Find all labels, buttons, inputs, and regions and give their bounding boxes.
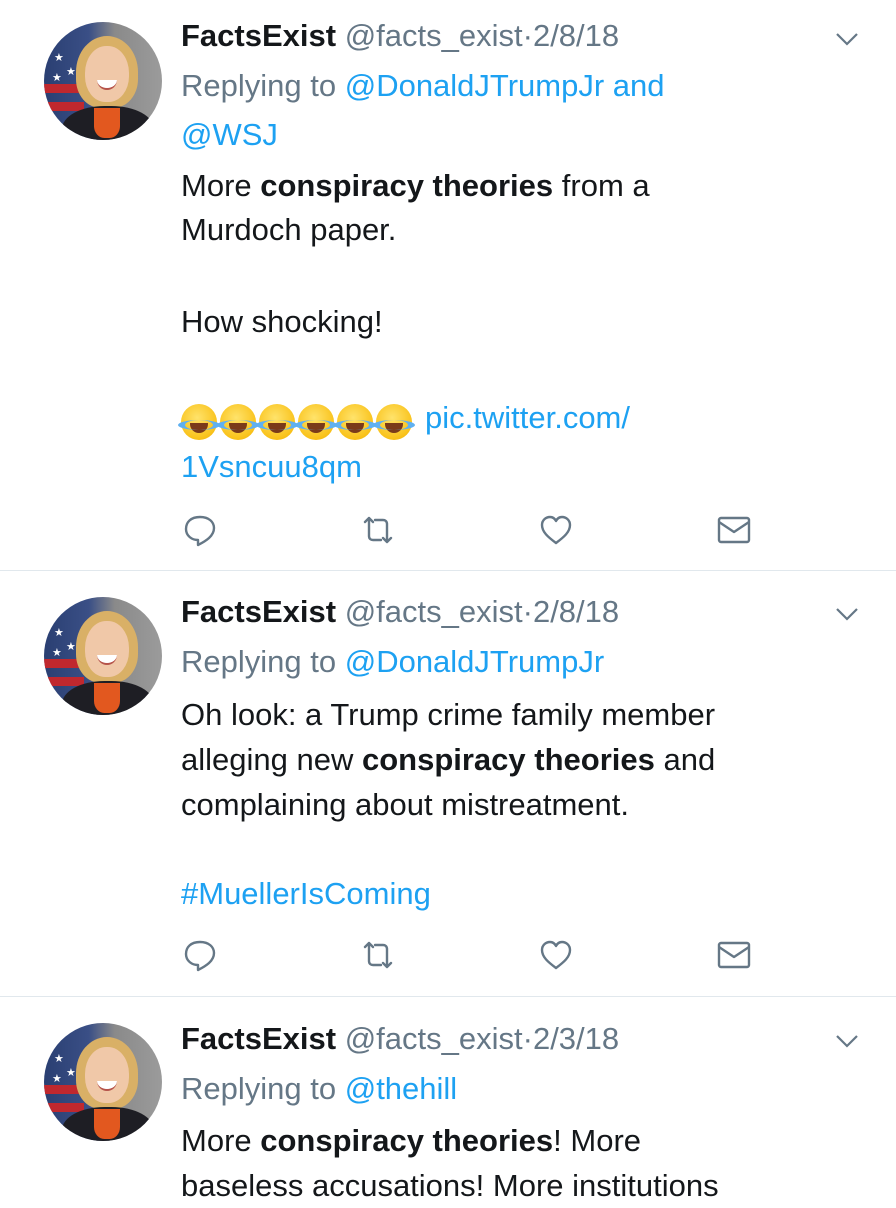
reply-icon[interactable]	[182, 512, 218, 548]
tweet-text-line: Oh look: a Trump crime family member	[181, 697, 716, 732]
tweet-actions	[0, 512, 896, 552]
display-name[interactable]: FactsExist	[181, 18, 336, 53]
tweet-text-line: pic.twitter.com/	[178, 396, 630, 442]
tweet[interactable]: ★ ★ ★ FactsExist @facts_exist·2/8/18 Rep…	[0, 571, 896, 996]
display-name[interactable]: FactsExist	[181, 1021, 336, 1056]
mention-link[interactable]: @thehill	[345, 1071, 457, 1106]
highlight-text: conspiracy theories	[361, 742, 655, 777]
direct-message-icon[interactable]	[716, 512, 752, 548]
chevron-down-icon[interactable]	[834, 601, 860, 627]
face-with-tears-of-joy-icon	[217, 403, 259, 440]
face-with-tears-of-joy-icon	[256, 403, 298, 440]
face-with-tears-of-joy-icon	[334, 403, 376, 440]
separator: ·	[522, 18, 533, 53]
tweet-text-line: #MuellerIsComing	[181, 872, 431, 916]
tweet-header: FactsExist @facts_exist·2/3/18	[181, 1017, 619, 1061]
reply-icon[interactable]	[182, 937, 218, 973]
tweet-text-line: baseless accusations! More institutions	[181, 1168, 719, 1203]
separator: ·	[522, 594, 533, 629]
tweet-text-line: How shocking!	[181, 304, 383, 339]
tweet[interactable]: ★ ★ ★ FactsExist @facts_exist·2/3/18 Rep…	[0, 997, 896, 1203]
avatar[interactable]: ★ ★ ★	[44, 597, 162, 715]
tweet-text-line: Murdoch paper.	[181, 212, 397, 247]
tweet-text-line: More conspiracy theories! More	[181, 1123, 642, 1158]
heart-icon[interactable]	[538, 512, 574, 548]
timestamp[interactable]: 2/8/18	[533, 18, 619, 53]
chevron-down-icon[interactable]	[834, 1028, 860, 1054]
timestamp[interactable]: 2/8/18	[533, 594, 619, 629]
handle[interactable]: @facts_exist	[345, 18, 523, 53]
handle[interactable]: @facts_exist	[345, 594, 523, 629]
retweet-icon[interactable]	[360, 512, 396, 548]
replying-to-label: Replying to	[181, 644, 337, 679]
tweet-text-line: 1Vsncuu8qm	[181, 445, 362, 489]
replying-to-label: Replying to	[181, 1071, 337, 1106]
media-link[interactable]: pic.twitter.com/	[425, 400, 630, 435]
mention-link[interactable]: @DonaldJTrumpJr	[345, 644, 604, 679]
mention-link[interactable]: @WSJ	[181, 117, 278, 152]
heart-icon[interactable]	[538, 937, 574, 973]
avatar[interactable]: ★ ★ ★	[44, 1023, 162, 1141]
tweet-header: FactsExist @facts_exist·2/8/18	[181, 590, 619, 634]
hashtag-link[interactable]: #MuellerIsComing	[181, 876, 431, 911]
tweet-text-line: alleging new conspiracy theories and	[181, 742, 716, 777]
reply-context: Replying to @DonaldJTrumpJr	[181, 640, 604, 684]
tweet[interactable]: ★ ★ ★ FactsExist @facts_exist·2/8/18 Rep…	[0, 0, 896, 570]
separator: ·	[522, 1021, 533, 1056]
tweet-text-line: More conspiracy theories from a	[181, 168, 650, 203]
highlight-text: conspiracy theories	[260, 1123, 554, 1158]
timestamp[interactable]: 2/3/18	[533, 1021, 619, 1056]
display-name[interactable]: FactsExist	[181, 594, 336, 629]
reply-context: Replying to @thehill	[181, 1067, 457, 1111]
avatar[interactable]: ★ ★ ★	[44, 22, 162, 140]
tweet-actions	[0, 937, 896, 977]
reply-context: Replying to @DonaldJTrumpJr and	[181, 64, 665, 108]
mention-link[interactable]: @DonaldJTrumpJr and	[345, 68, 665, 103]
retweet-icon[interactable]	[360, 937, 396, 973]
face-with-tears-of-joy-icon	[295, 403, 337, 440]
tweet-header: FactsExist @facts_exist·2/8/18	[181, 14, 619, 58]
face-with-tears-of-joy-icon	[178, 403, 220, 440]
emoji-group	[178, 398, 415, 442]
face-with-tears-of-joy-icon	[373, 403, 415, 440]
highlight-text: conspiracy theories	[260, 168, 554, 203]
chevron-down-icon[interactable]	[834, 26, 860, 52]
direct-message-icon[interactable]	[716, 937, 752, 973]
media-link-cont[interactable]: 1Vsncuu8qm	[181, 449, 362, 484]
reply-context-cont: @WSJ	[181, 113, 278, 157]
handle[interactable]: @facts_exist	[345, 1021, 523, 1056]
replying-to-label: Replying to	[181, 68, 337, 103]
tweet-text-line: complaining about mistreatment.	[181, 787, 630, 822]
